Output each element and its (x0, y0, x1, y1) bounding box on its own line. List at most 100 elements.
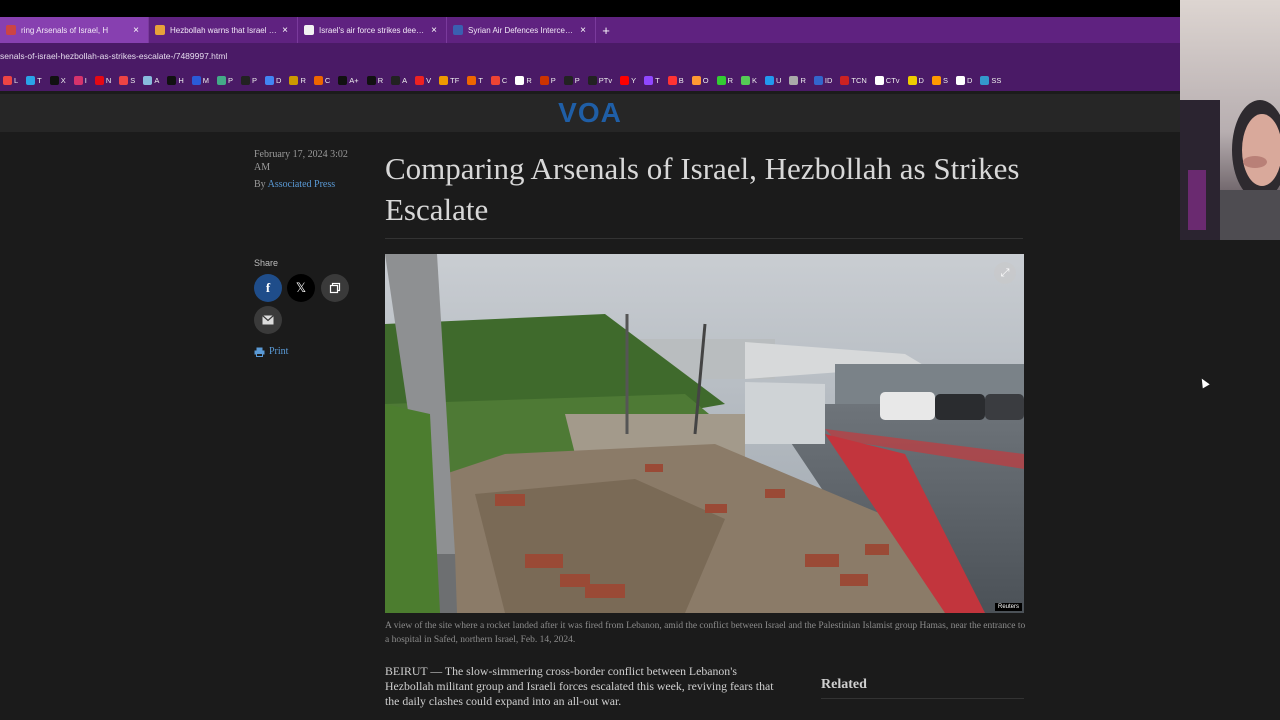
bookmark-favicon-icon (840, 75, 850, 85)
bookmark-favicon-icon (49, 75, 59, 85)
tab-title: Hezbollah warns that Israel will (170, 25, 279, 35)
bookmark-item[interactable]: T (641, 75, 663, 85)
bookmark-favicon-icon (587, 75, 597, 85)
tab-favicon-icon (453, 25, 463, 35)
tab-title: Syrian Air Defences Intercept Is (468, 25, 577, 35)
browser-tab[interactable]: Hezbollah warns that Israel will × (149, 17, 298, 43)
bookmark-item[interactable]: H (164, 75, 186, 85)
bookmark-item[interactable]: PTv (585, 75, 615, 85)
bookmark-favicon-icon (644, 75, 654, 85)
bookmark-item[interactable]: T (23, 75, 45, 85)
bookmark-item[interactable]: N (92, 75, 114, 85)
tab-title: Israel's air force strikes deep in (319, 25, 428, 35)
bookmark-label: M (202, 75, 209, 85)
bookmark-item[interactable]: M (189, 75, 212, 85)
bookmark-label: TCN (851, 75, 867, 85)
bookmark-label: X (60, 75, 66, 85)
bookmark-favicon-icon (563, 75, 573, 85)
bookmark-favicon-icon (813, 75, 823, 85)
bookmark-label: ID (824, 75, 833, 85)
bookmark-favicon-icon (691, 75, 701, 85)
bookmark-label: V (426, 75, 432, 85)
bookmark-favicon-icon (73, 75, 83, 85)
bookmark-favicon-icon (490, 75, 500, 85)
bookmark-item[interactable]: D (905, 75, 927, 85)
bookmark-item[interactable]: X (47, 75, 69, 85)
bookmark-item[interactable]: R (512, 75, 534, 85)
bookmark-label: I (84, 75, 87, 85)
bookmark-item[interactable]: S (116, 75, 138, 85)
browser-tab[interactable]: Syrian Air Defences Intercept Is × (447, 17, 596, 43)
bookmark-item[interactable]: A (140, 75, 162, 85)
bookmark-favicon-icon (265, 75, 275, 85)
bookmark-label: D (918, 75, 924, 85)
bookmark-favicon-icon (716, 75, 726, 85)
bookmark-item[interactable]: SS (977, 75, 1004, 85)
bookmark-item[interactable]: D (262, 75, 284, 85)
bookmark-favicon-icon (874, 75, 884, 85)
address-bar[interactable]: senals-of-israel-hezbollah-as-strikes-es… (0, 43, 1180, 69)
new-tab-button[interactable]: + (596, 17, 616, 43)
bookmark-item[interactable]: O (689, 75, 712, 85)
bookmark-favicon-icon (907, 75, 917, 85)
facebook-share-button[interactable]: f (254, 274, 282, 302)
expand-photo-button[interactable]: ⤢ (994, 262, 1016, 284)
bookmark-label: TF (450, 75, 460, 85)
close-tab-icon[interactable]: × (428, 25, 440, 36)
bookmark-item[interactable]: P (214, 75, 236, 85)
close-tab-icon[interactable]: × (279, 25, 291, 36)
bookmark-item[interactable]: S (929, 75, 951, 85)
bookmark-item[interactable]: R (364, 75, 386, 85)
byline: By Associated Press (254, 179, 335, 190)
bookmark-item[interactable]: K (738, 75, 760, 85)
bookmark-item[interactable]: TCN (837, 75, 869, 85)
bookmark-item[interactable]: R (786, 75, 808, 85)
article-photo[interactable]: ⤢ Reuters (385, 254, 1024, 613)
bookmark-item[interactable]: B (665, 75, 687, 85)
bookmark-item[interactable]: P (561, 75, 583, 85)
bookmark-item[interactable]: A+ (335, 75, 361, 85)
article-page: February 17, 2024 3:02 AM By Associated … (0, 132, 1180, 720)
bookmark-item[interactable]: TF (436, 75, 462, 85)
bookmark-favicon-icon (119, 75, 129, 85)
bookmark-label: A+ (349, 75, 359, 85)
bookmark-item[interactable]: ID (811, 75, 836, 85)
bookmark-item[interactable]: T (464, 75, 486, 85)
bookmark-item[interactable]: P (238, 75, 260, 85)
bookmark-label: H (178, 75, 184, 85)
bookmark-item[interactable]: Y (617, 75, 639, 85)
bookmark-item[interactable]: I (71, 75, 90, 85)
print-link[interactable]: Print (254, 346, 288, 357)
browser-tab[interactable]: Israel's air force strikes deep in × (298, 17, 447, 43)
voa-logo[interactable]: VOA (558, 97, 622, 129)
close-tab-icon[interactable]: × (577, 25, 589, 36)
bookmark-item[interactable]: R (286, 75, 308, 85)
bookmark-favicon-icon (765, 75, 775, 85)
email-share-button[interactable] (254, 306, 282, 334)
bookmark-favicon-icon (338, 75, 348, 85)
bookmark-label: C (324, 75, 331, 85)
bookmark-item[interactable]: R (714, 75, 736, 85)
copy-link-button[interactable] (321, 274, 349, 302)
webcam-overlay (1180, 0, 1280, 240)
bookmark-label: R (300, 75, 306, 85)
bookmark-item[interactable]: U (762, 75, 784, 85)
bookmark-label: P (228, 75, 234, 85)
bookmark-favicon-icon (467, 75, 477, 85)
url-text[interactable]: senals-of-israel-hezbollah-as-strikes-es… (0, 51, 227, 61)
author-link[interactable]: Associated Press (268, 179, 336, 190)
bookmark-item[interactable]: P (537, 75, 559, 85)
tab-title: ring Arsenals of Israel, H (21, 25, 109, 35)
bookmark-item[interactable]: CTv (872, 75, 903, 85)
related-heading: Related (821, 677, 867, 692)
bookmark-item[interactable]: D (953, 75, 975, 85)
bookmark-item[interactable]: C (488, 75, 510, 85)
bookmark-label: R (377, 75, 384, 85)
x-share-button[interactable]: 𝕏 (287, 274, 315, 302)
bookmark-item[interactable]: V (412, 75, 434, 85)
browser-tab[interactable]: ring Arsenals of Israel, H × (0, 17, 149, 43)
bookmark-item[interactable]: A (388, 75, 410, 85)
bookmark-item[interactable]: L (0, 75, 21, 85)
close-tab-icon[interactable]: × (130, 25, 142, 36)
bookmark-item[interactable]: C (311, 75, 333, 85)
